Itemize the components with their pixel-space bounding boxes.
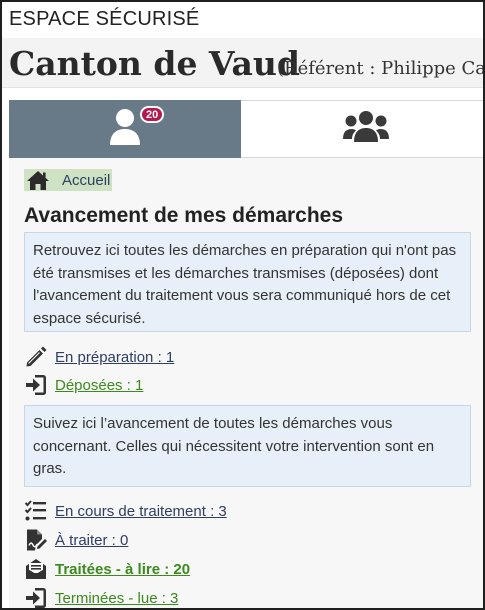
breadcrumb: Accueil bbox=[24, 169, 113, 191]
sign-in-icon bbox=[23, 372, 49, 398]
app-frame: ESPACE SÉCURISÉ Canton de Vaud (Référent… bbox=[0, 0, 485, 610]
traitees-a-lire-link[interactable]: Traitées - à lire : 20 bbox=[55, 561, 190, 578]
tab-bar: 20 bbox=[9, 100, 483, 158]
list-item: Traitées - à lire : 20 bbox=[23, 556, 190, 582]
page-title: Canton de Vaud bbox=[9, 44, 300, 83]
terminees-link[interactable]: Terminées - lue : 3 bbox=[55, 590, 178, 607]
list-item: Déposées : 1 bbox=[23, 372, 143, 398]
list-item: En cours de traitement : 3 bbox=[23, 498, 227, 524]
breadcrumb-home-link[interactable]: Accueil bbox=[62, 172, 110, 189]
a-traiter-link[interactable]: À traiter : 0 bbox=[55, 532, 128, 549]
info-box-suivi: Suivez ici l’avancement de toutes les dé… bbox=[24, 405, 471, 487]
main-content: Accueil Avancement de mes démarches Retr… bbox=[9, 158, 483, 608]
section-title: Avancement de mes démarches bbox=[24, 204, 344, 227]
referent-label: (Référent : Philippe Cam bbox=[277, 58, 485, 79]
envelope-open-icon bbox=[23, 556, 49, 582]
tasks-list-icon bbox=[23, 498, 49, 524]
deposees-link[interactable]: Déposées : 1 bbox=[55, 377, 143, 394]
tab-personal[interactable]: 20 bbox=[9, 100, 241, 158]
espace-securise-label: ESPACE SÉCURISÉ bbox=[9, 8, 200, 30]
sign-in-icon bbox=[23, 585, 49, 608]
en-cours-link[interactable]: En cours de traitement : 3 bbox=[55, 503, 227, 520]
list-item: À traiter : 0 bbox=[23, 527, 128, 553]
users-group-icon bbox=[343, 109, 389, 150]
tab-group[interactable] bbox=[241, 100, 483, 158]
home-icon[interactable] bbox=[24, 169, 52, 191]
list-item: Terminées - lue : 3 bbox=[23, 585, 178, 608]
info-box-demarches: Retrouvez ici toutes les démarches en pr… bbox=[24, 232, 471, 332]
notification-badge: 20 bbox=[140, 106, 165, 123]
list-item: En préparation : 1 bbox=[23, 344, 174, 370]
en-preparation-link[interactable]: En préparation : 1 bbox=[55, 349, 174, 366]
user-icon bbox=[108, 108, 142, 151]
document-signature-icon bbox=[23, 527, 49, 553]
pencil-icon bbox=[23, 344, 49, 370]
